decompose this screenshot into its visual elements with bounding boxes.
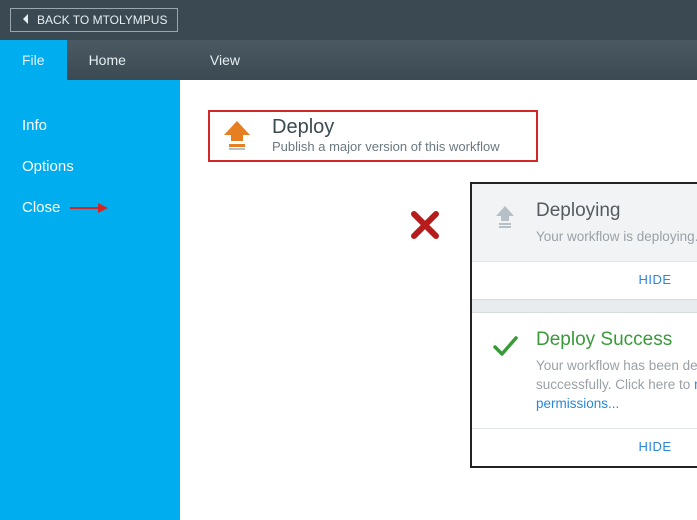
hide-label: HIDE — [638, 439, 671, 454]
sidebar-item-label: Close — [22, 199, 60, 216]
back-button[interactable]: BACK TO MTOLYMPUS — [10, 8, 178, 32]
status-panel: Deploying Your workflow is deploying. HI… — [470, 182, 697, 468]
deploying-body: Your workflow is deploying. — [536, 228, 697, 247]
tabs-row: File Home View — [0, 40, 697, 80]
annotation-x-icon — [410, 210, 440, 245]
tab-home[interactable]: Home — [67, 40, 148, 80]
annotation-arrow-right-icon — [70, 201, 108, 215]
upload-arrow-muted-icon — [492, 204, 518, 230]
chevron-left-icon — [21, 13, 31, 27]
upload-arrow-icon — [220, 118, 254, 152]
deploy-action[interactable]: Deploy Publish a major version of this w… — [208, 110, 538, 162]
success-title: Deploy Success — [536, 329, 697, 351]
sidebar-item-close[interactable]: Close — [0, 187, 180, 228]
success-body: Your workflow has been deployed successf… — [536, 357, 697, 414]
app-header: BACK TO MTOLYMPUS File Home View — [0, 0, 697, 80]
deploying-title: Deploying — [536, 200, 697, 222]
success-body-text: Your workflow has been deployed successf… — [536, 358, 697, 392]
tab-view[interactable]: View — [188, 40, 262, 80]
deploy-subtitle: Publish a major version of this workflow — [272, 139, 500, 154]
tab-label: File — [22, 52, 45, 68]
sidebar-item-options[interactable]: Options — [0, 146, 180, 187]
sidebar-item-label: Info — [22, 117, 47, 134]
panel-success: Deploy Success Your workflow has been de… — [472, 313, 697, 428]
checkmark-icon — [492, 333, 518, 359]
content-area: Deploy Publish a major version of this w… — [180, 80, 697, 520]
back-button-label: BACK TO MTOLYMPUS — [37, 13, 167, 27]
deploy-title: Deploy — [272, 116, 500, 139]
hide-button-success[interactable]: HIDE — [472, 428, 697, 466]
sidebar-item-label: Options — [22, 158, 74, 175]
sidebar-item-info[interactable]: Info — [0, 105, 180, 146]
tab-label: Home — [89, 52, 126, 68]
panel-divider — [472, 299, 697, 313]
panel-deploying: Deploying Your workflow is deploying. — [472, 184, 697, 261]
sidebar: Info Options Close — [0, 80, 180, 520]
tab-label: View — [210, 52, 240, 68]
tab-file[interactable]: File — [0, 40, 67, 80]
hide-button-deploying[interactable]: HIDE — [472, 261, 697, 299]
hide-label: HIDE — [638, 272, 671, 287]
